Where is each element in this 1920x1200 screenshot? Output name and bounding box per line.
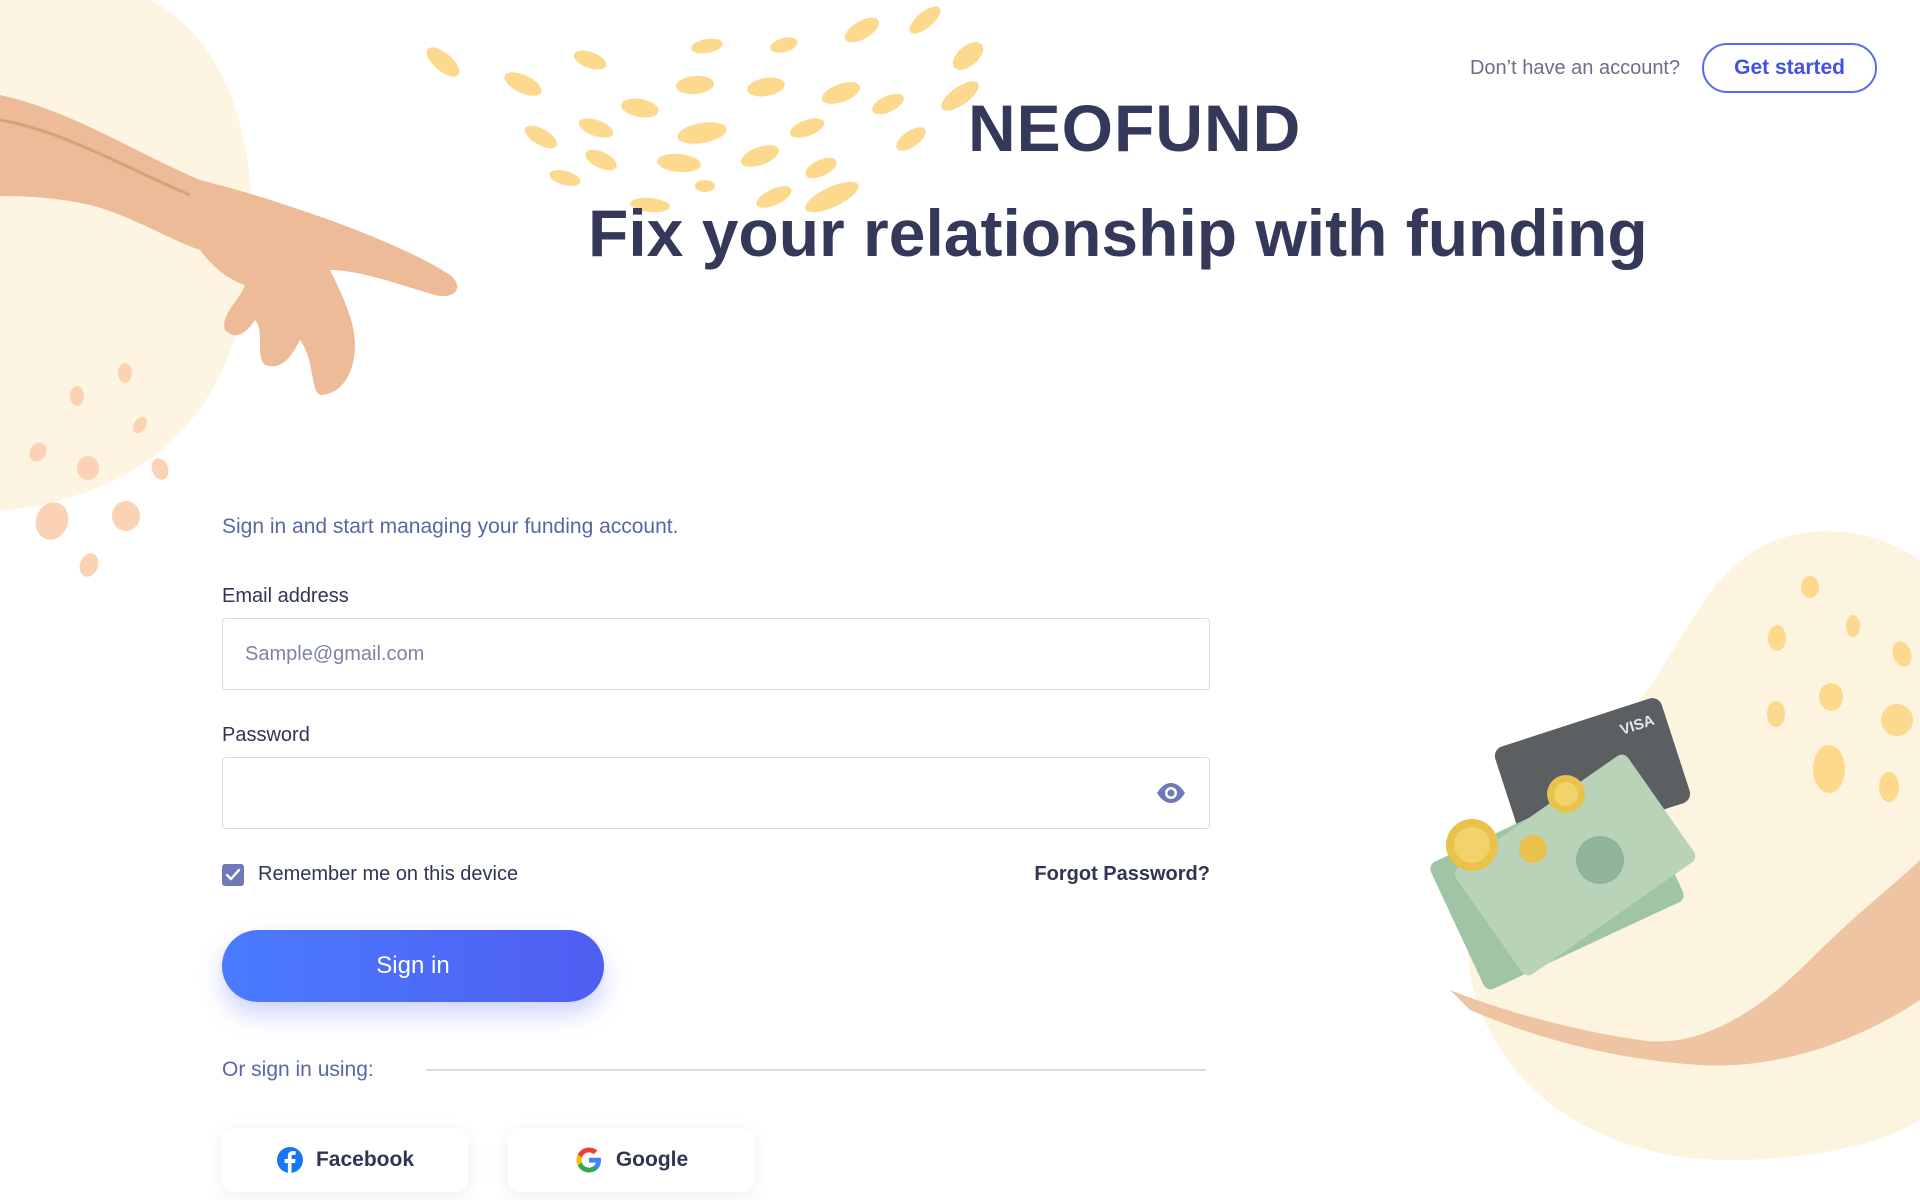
sign-in-button[interactable]: Sign in <box>222 930 604 1002</box>
google-icon <box>574 1145 604 1175</box>
facebook-icon <box>276 1146 304 1174</box>
signup-prompt: Don’t have an account? <box>1469 56 1681 79</box>
remember-me-label: Remember me on this device <box>258 863 519 885</box>
password-field-wrapper <box>222 757 1210 829</box>
google-label: Google <box>615 1148 689 1171</box>
form-subtitle: Sign in and start managing your funding … <box>222 515 679 538</box>
email-field-wrapper <box>222 618 1210 690</box>
page-headline: Fix your relationship with funding <box>588 196 1648 270</box>
password-label: Password <box>222 724 310 746</box>
get-started-button[interactable]: Get started <box>1702 43 1877 93</box>
alt-signin-divider: Or sign in using: <box>222 1058 1206 1082</box>
remember-me: Remember me on this device <box>222 863 518 886</box>
header-actions: Don’t have an account? Get started <box>1470 43 1877 93</box>
eye-icon[interactable] <box>1155 780 1187 806</box>
signin-form: Sign in and start managing your funding … <box>222 515 1212 1192</box>
google-signin-button[interactable]: Google <box>508 1128 754 1192</box>
divider-line <box>425 1069 1206 1071</box>
options-row: Remember me on this device Forgot Passwo… <box>222 863 1210 886</box>
brand-logo: NEOFUND <box>968 91 1302 165</box>
email-label: Email address <box>222 585 349 607</box>
checkmark-icon <box>225 868 241 880</box>
facebook-label: Facebook <box>315 1148 415 1171</box>
password-field[interactable] <box>223 758 1209 828</box>
facebook-signin-button[interactable]: Facebook <box>222 1128 468 1192</box>
social-signin: Facebook Google <box>222 1128 1212 1192</box>
email-field[interactable] <box>223 619 1209 689</box>
remember-me-checkbox[interactable] <box>222 863 244 886</box>
alt-signin-label: Or sign in using: <box>222 1058 374 1081</box>
forgot-password-link[interactable]: Forgot Password? <box>1034 863 1210 886</box>
